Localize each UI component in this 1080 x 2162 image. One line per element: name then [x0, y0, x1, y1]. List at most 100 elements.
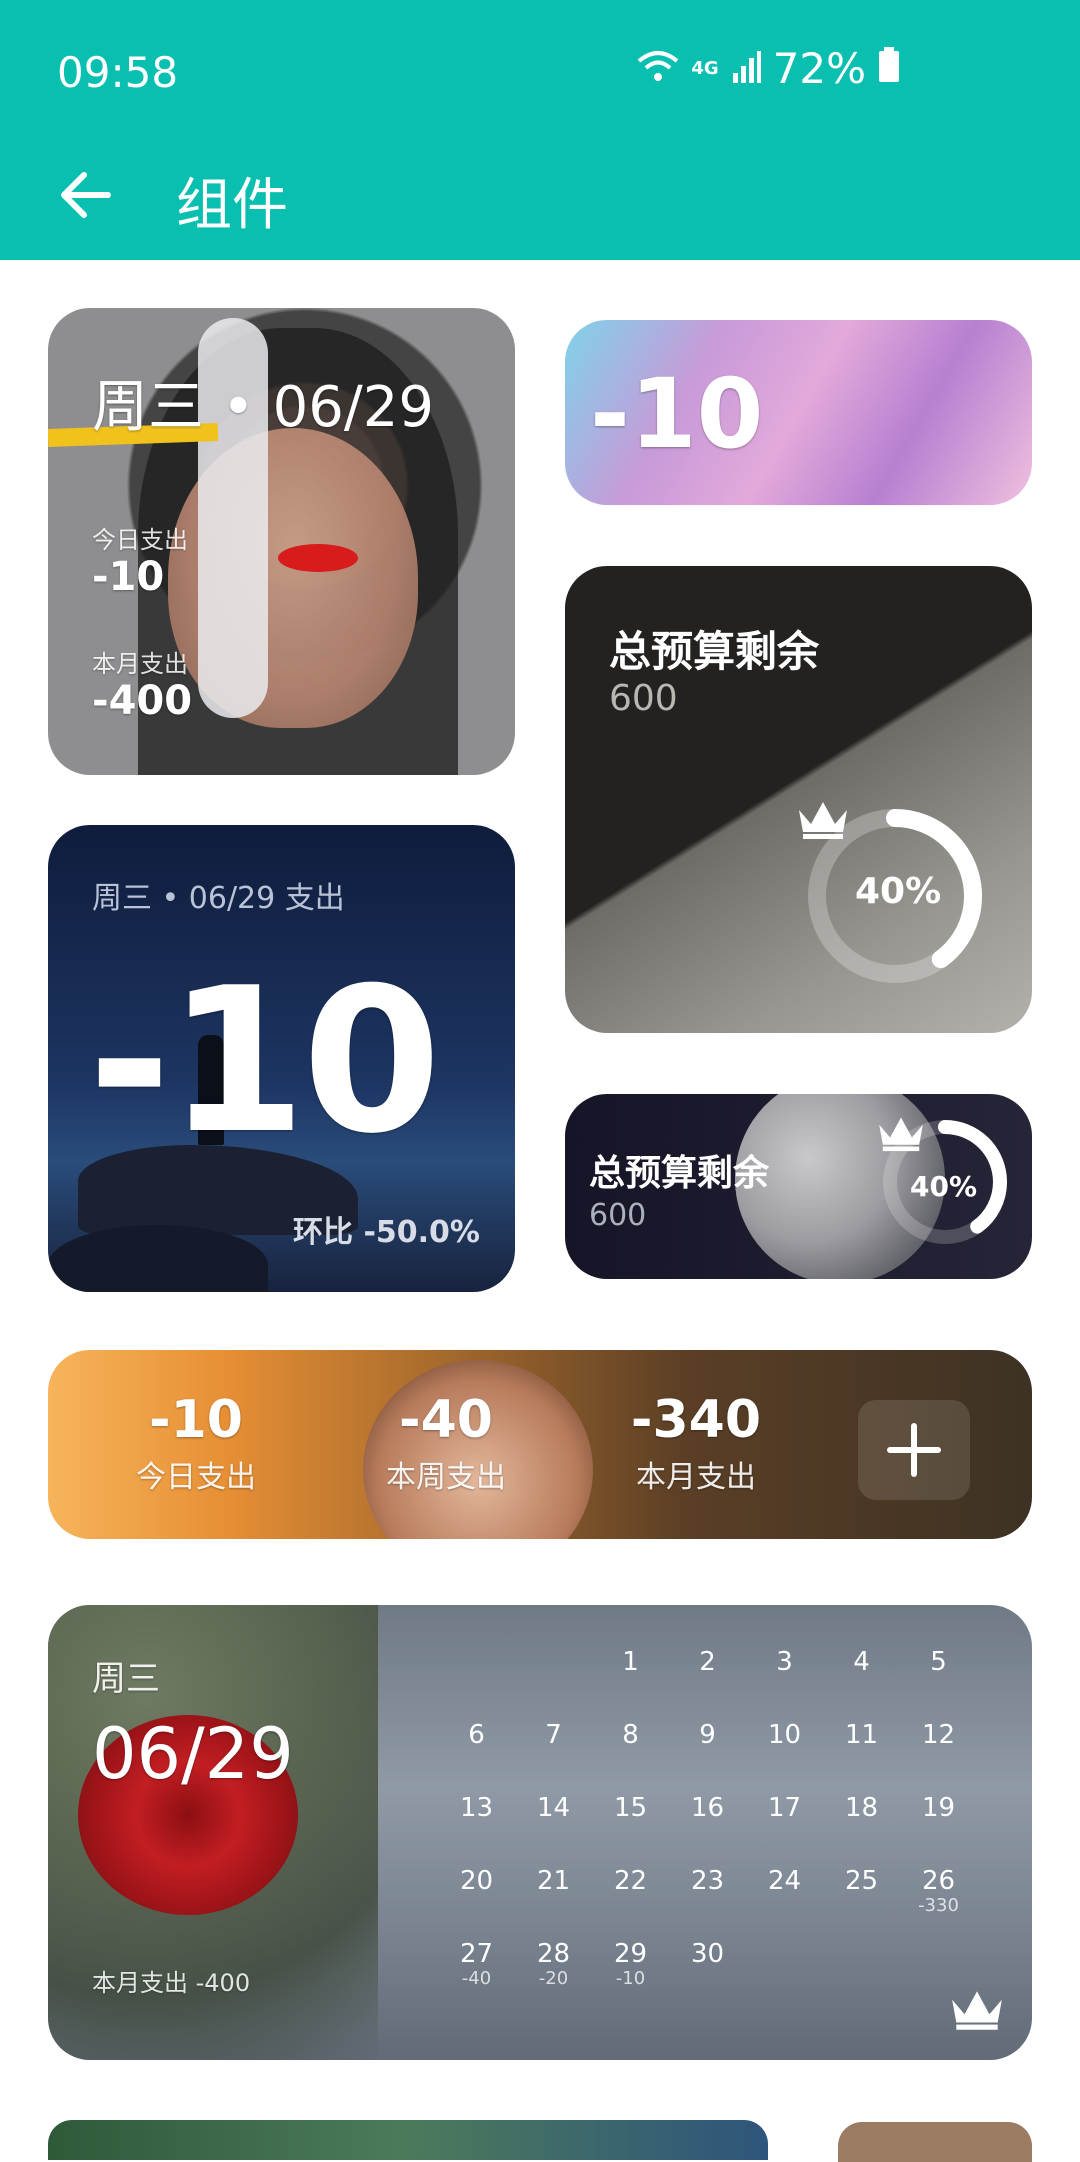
calendar-day-expense: -10: [615, 1968, 646, 1989]
calendar-day: 25: [823, 1866, 900, 1939]
battery-percent: 72%: [772, 44, 866, 93]
calendar-day: 7: [515, 1720, 592, 1793]
calendar-day: 18: [823, 1793, 900, 1866]
calendar-day-number: 7: [545, 1720, 562, 1750]
budget-title: 总预算剩余: [609, 627, 820, 676]
calendar-day: 4: [823, 1647, 900, 1720]
budget-value: 600: [589, 1198, 647, 1233]
today-expense-label: 今日支出: [92, 526, 188, 554]
calendar-day-number: 6: [468, 1720, 485, 1750]
budget-value: 600: [609, 678, 678, 719]
calendar-day-number: 4: [853, 1647, 870, 1677]
calendar-day-number: 26: [921, 1866, 956, 1896]
calendar-day-number: 17: [767, 1793, 802, 1823]
expense-summary-widget[interactable]: -10 今日支出 -40 本周支出 -340 本月支出: [48, 1350, 1032, 1539]
calendar-day: 9: [669, 1720, 746, 1793]
calendar-day-number: 13: [459, 1793, 494, 1823]
crown-icon: [952, 1991, 1002, 2030]
calendar-day: 29 -10: [592, 1939, 669, 2012]
calendar-day: 17: [746, 1793, 823, 1866]
signal-icon: [731, 44, 761, 93]
calendar-day-number: 21: [536, 1866, 571, 1896]
stat-label: 本月支出: [636, 1460, 756, 1495]
calendar-day: 6: [438, 1720, 515, 1793]
expense-value: -10: [590, 358, 764, 470]
calendar-day: 24: [746, 1866, 823, 1939]
calendar-day-number: 1: [622, 1647, 639, 1677]
crystal-expense-widget[interactable]: -10: [565, 320, 1032, 505]
night-expense-widget[interactable]: 周三 • 06/29 支出 -10 环比 -50.0%: [48, 825, 515, 1292]
stat-value: -10: [149, 1390, 243, 1450]
calendar-day-number: 9: [699, 1720, 716, 1750]
page-title: 组件: [176, 173, 288, 238]
calendar-day-number: 8: [622, 1720, 639, 1750]
calendar-day-number: 2: [699, 1647, 716, 1677]
calendar-day-number: 14: [536, 1793, 571, 1823]
calendar-day-number: 11: [844, 1720, 879, 1750]
budget-percent: 40%: [910, 1170, 978, 1203]
status-icons: 4G 72%: [637, 44, 900, 93]
calendar-day-number: 5: [930, 1647, 947, 1677]
calendar-day: 15: [592, 1793, 669, 1866]
background-lips: [278, 544, 358, 572]
portrait-expense-widget[interactable]: 周三 • 06/29 今日支出 -10 本月支出 -400: [48, 308, 515, 775]
calendar-day: [515, 1647, 592, 1720]
calendar-day-expense: -40: [461, 1968, 492, 1989]
stat-value: -40: [399, 1390, 493, 1450]
stat-value: -340: [630, 1390, 762, 1450]
calendar-day-number: 25: [844, 1866, 879, 1896]
network-label: 4G: [691, 58, 719, 79]
app-bar: 组件: [0, 130, 1080, 260]
budget-percent: 40%: [855, 871, 942, 912]
calendar-day: 8: [592, 1720, 669, 1793]
budget-title: 总预算剩余: [589, 1153, 770, 1194]
calendar-day-number: 10: [767, 1720, 802, 1750]
budget-remaining-widget-large[interactable]: 总预算剩余 600 40%: [565, 566, 1032, 1033]
calendar-day: 21: [515, 1866, 592, 1939]
calendar-day-number: 23: [690, 1866, 725, 1896]
calendar-day-number: 19: [921, 1793, 956, 1823]
status-time: 09:58: [57, 48, 179, 97]
budget-remaining-widget-small[interactable]: 总预算剩余 600 40%: [565, 1094, 1032, 1279]
calendar-date: 06/29: [92, 1713, 294, 1795]
calendar-day-number: 24: [767, 1866, 802, 1896]
weekday-label: 周三: [92, 1659, 160, 1699]
calendar-day: 22: [592, 1866, 669, 1939]
expense-value: -10: [88, 945, 441, 1178]
today-expense-value: -10: [92, 554, 165, 600]
calendar-day: 13: [438, 1793, 515, 1866]
calendar-day-number: 22: [613, 1866, 648, 1896]
calendar-day: 26 -330: [900, 1866, 977, 1939]
widget-header: 周三 • 06/29 支出: [92, 881, 345, 916]
crown-icon: [799, 802, 847, 839]
calendar-expense-widget[interactable]: 周三 06/29 本月支出 -400 1 2 3 4 5 6 7 8 9 10 11 12 13 14 15…: [48, 1605, 1032, 2060]
calendar-day: 23: [669, 1866, 746, 1939]
calendar-day: 30: [669, 1939, 746, 2012]
comparison-text: 环比 -50.0%: [293, 1215, 480, 1250]
calendar-day: 5: [900, 1647, 977, 1720]
calendar-day-number: 15: [613, 1793, 648, 1823]
widget-preview-partial[interactable]: [838, 2122, 1032, 2162]
calendar-day: 20: [438, 1866, 515, 1939]
calendar-grid: 1 2 3 4 5 6 7 8 9 10 11 12 13 14 15 16 17 18 19 20 21 22 23 24 2…: [438, 1647, 998, 2012]
calendar-day: 10: [746, 1720, 823, 1793]
month-expense-text: 本月支出 -400: [92, 1969, 251, 1997]
plus-icon: [887, 1423, 941, 1477]
widget-date: 周三 • 06/29: [92, 375, 435, 440]
back-button[interactable]: [40, 155, 130, 235]
background-rock: [48, 1225, 268, 1292]
widget-preview-partial[interactable]: [48, 2120, 768, 2160]
calendar-day: 2: [669, 1647, 746, 1720]
calendar-day: 16: [669, 1793, 746, 1866]
calendar-day-expense: -20: [538, 1968, 569, 1989]
calendar-day: 11: [823, 1720, 900, 1793]
calendar-day: 14: [515, 1793, 592, 1866]
arrow-left-icon: [61, 172, 111, 218]
calendar-day: 27 -40: [438, 1939, 515, 2012]
crown-icon: [879, 1117, 923, 1152]
calendar-day-number: 20: [459, 1866, 494, 1896]
add-record-button[interactable]: [858, 1400, 970, 1500]
calendar-day-expense: -330: [918, 1895, 959, 1916]
stat-label: 今日支出: [136, 1460, 256, 1495]
calendar-day-number: 30: [690, 1939, 725, 1969]
